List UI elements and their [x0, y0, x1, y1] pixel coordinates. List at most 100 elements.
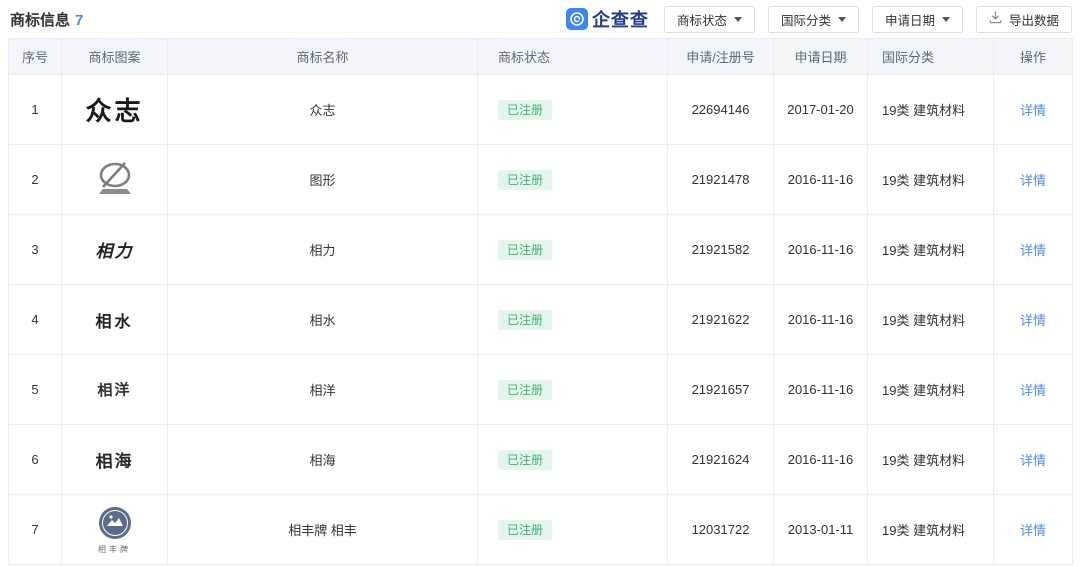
intl-class: 19类 建筑材料 — [868, 215, 994, 285]
qcc-brand-name: 企查查 — [592, 6, 649, 32]
intl-class: 19类 建筑材料 — [868, 425, 994, 495]
mark-caption: 相丰牌 — [98, 544, 131, 555]
trademark-name: 相丰牌 相丰 — [168, 495, 478, 565]
action-cell: 详情 — [994, 495, 1073, 565]
col-header-reg-no: 申请/注册号 — [668, 39, 774, 75]
qcc-logo-icon — [566, 8, 588, 30]
action-cell: 详情 — [994, 425, 1073, 495]
table-row: 5 相洋 相洋 已注册 21921657 2016-11-16 19类 建筑材料… — [9, 355, 1073, 425]
detail-link[interactable]: 详情 — [1020, 313, 1046, 328]
status-cell: 已注册 — [478, 425, 668, 495]
intl-class: 19类 建筑材料 — [868, 285, 994, 355]
detail-link[interactable]: 详情 — [1020, 383, 1046, 398]
detail-link[interactable]: 详情 — [1020, 453, 1046, 468]
trademark-table: 序号 商标图案 商标名称 商标状态 申请/注册号 申请日期 国际分类 操作 1 … — [8, 38, 1073, 565]
row-no: 2 — [9, 145, 62, 215]
page-title: 商标信息 7 — [10, 9, 83, 30]
row-no: 6 — [9, 425, 62, 495]
trademark-image: 相水 — [62, 285, 168, 355]
row-no: 1 — [9, 75, 62, 145]
reg-no: 21921624 — [668, 425, 774, 495]
toolbar: 企查查 商标状态 国际分类 申请日期 导出数据 — [566, 6, 1072, 33]
row-no: 3 — [9, 215, 62, 285]
filter-apply-date-label: 申请日期 — [885, 10, 935, 29]
page-title-text: 商标信息 — [10, 12, 70, 29]
status-cell: 已注册 — [478, 75, 668, 145]
col-header-date: 申请日期 — [774, 39, 868, 75]
status-cell: 已注册 — [478, 355, 668, 425]
status-badge: 已注册 — [498, 450, 552, 470]
col-header-action: 操作 — [994, 39, 1073, 75]
detail-link[interactable]: 详情 — [1020, 243, 1046, 258]
status-badge: 已注册 — [498, 170, 552, 190]
status-badge: 已注册 — [498, 520, 552, 540]
round-badge-logo: 相丰牌 — [62, 505, 167, 555]
trademark-name: 相洋 — [168, 355, 478, 425]
col-header-status: 商标状态 — [478, 39, 668, 75]
topbar: 商标信息 7 企查查 商标状态 国际分类 申请日期 — [0, 0, 1080, 38]
detail-link[interactable]: 详情 — [1020, 173, 1046, 188]
status-cell: 已注册 — [478, 215, 668, 285]
intl-class: 19类 建筑材料 — [868, 355, 994, 425]
reg-no: 21921582 — [668, 215, 774, 285]
detail-link[interactable]: 详情 — [1020, 523, 1046, 538]
table-row: 6 相海 相海 已注册 21921624 2016-11-16 19类 建筑材料… — [9, 425, 1073, 495]
table-row: 4 相水 相水 已注册 21921622 2016-11-16 19类 建筑材料… — [9, 285, 1073, 355]
table-header-row: 序号 商标图案 商标名称 商标状态 申请/注册号 申请日期 国际分类 操作 — [9, 39, 1073, 75]
detail-link[interactable]: 详情 — [1020, 103, 1046, 118]
reg-no: 21921657 — [668, 355, 774, 425]
trademark-count: 7 — [75, 12, 83, 29]
trademark-name: 相水 — [168, 285, 478, 355]
apply-date: 2016-11-16 — [774, 215, 868, 285]
intl-class: 19类 建筑材料 — [868, 75, 994, 145]
col-header-no: 序号 — [9, 39, 62, 75]
trademark-image: 众志 — [62, 75, 168, 145]
filter-intl-class[interactable]: 国际分类 — [768, 6, 859, 33]
trademark-name: 相力 — [168, 215, 478, 285]
status-badge: 已注册 — [498, 100, 552, 120]
mark-text: 相水 — [62, 308, 167, 332]
row-no: 5 — [9, 355, 62, 425]
filter-trademark-status[interactable]: 商标状态 — [664, 6, 755, 33]
chevron-down-icon — [838, 17, 846, 22]
apply-date: 2017-01-20 — [774, 75, 868, 145]
trademark-name: 相海 — [168, 425, 478, 495]
apply-date: 2013-01-11 — [774, 495, 868, 565]
apply-date: 2016-11-16 — [774, 145, 868, 215]
mark-text: 相力 — [62, 237, 167, 262]
apply-date: 2016-11-16 — [774, 285, 868, 355]
chevron-down-icon — [942, 17, 950, 22]
action-cell: 详情 — [994, 285, 1073, 355]
apply-date: 2016-11-16 — [774, 425, 868, 495]
reg-no: 21921478 — [668, 145, 774, 215]
action-cell: 详情 — [994, 355, 1073, 425]
export-data-button[interactable]: 导出数据 — [976, 6, 1072, 33]
trademark-image: 相洋 — [62, 355, 168, 425]
reg-no: 21921622 — [668, 285, 774, 355]
filter-intl-class-label: 国际分类 — [781, 10, 831, 29]
status-badge: 已注册 — [498, 380, 552, 400]
action-cell: 详情 — [994, 145, 1073, 215]
trademark-name: 图形 — [168, 145, 478, 215]
filter-apply-date[interactable]: 申请日期 — [872, 6, 963, 33]
table-row: 2 图形 已注册 21921478 2016-11-16 19类 建筑材料 详情 — [9, 145, 1073, 215]
table-row: 3 相力 相力 已注册 21921582 2016-11-16 19类 建筑材料… — [9, 215, 1073, 285]
mark-text: 众志 — [62, 91, 167, 128]
col-header-mark-name: 商标名称 — [168, 39, 478, 75]
trademark-image: 相力 — [62, 215, 168, 285]
apply-date: 2016-11-16 — [774, 355, 868, 425]
intl-class: 19类 建筑材料 — [868, 495, 994, 565]
status-cell: 已注册 — [478, 495, 668, 565]
trademark-name: 众志 — [168, 75, 478, 145]
action-cell: 详情 — [994, 75, 1073, 145]
download-icon — [989, 11, 1002, 27]
row-no: 4 — [9, 285, 62, 355]
filter-trademark-status-label: 商标状态 — [677, 10, 727, 29]
status-badge: 已注册 — [498, 310, 552, 330]
export-data-label: 导出数据 — [1009, 10, 1059, 29]
reg-no: 22694146 — [668, 75, 774, 145]
table-row: 7 相丰牌 相丰牌 相丰 已注册 12031722 2013-01-11 19类… — [9, 495, 1073, 565]
status-badge: 已注册 — [498, 240, 552, 260]
col-header-mark-image: 商标图案 — [62, 39, 168, 75]
table-row: 1 众志 众志 已注册 22694146 2017-01-20 19类 建筑材料… — [9, 75, 1073, 145]
